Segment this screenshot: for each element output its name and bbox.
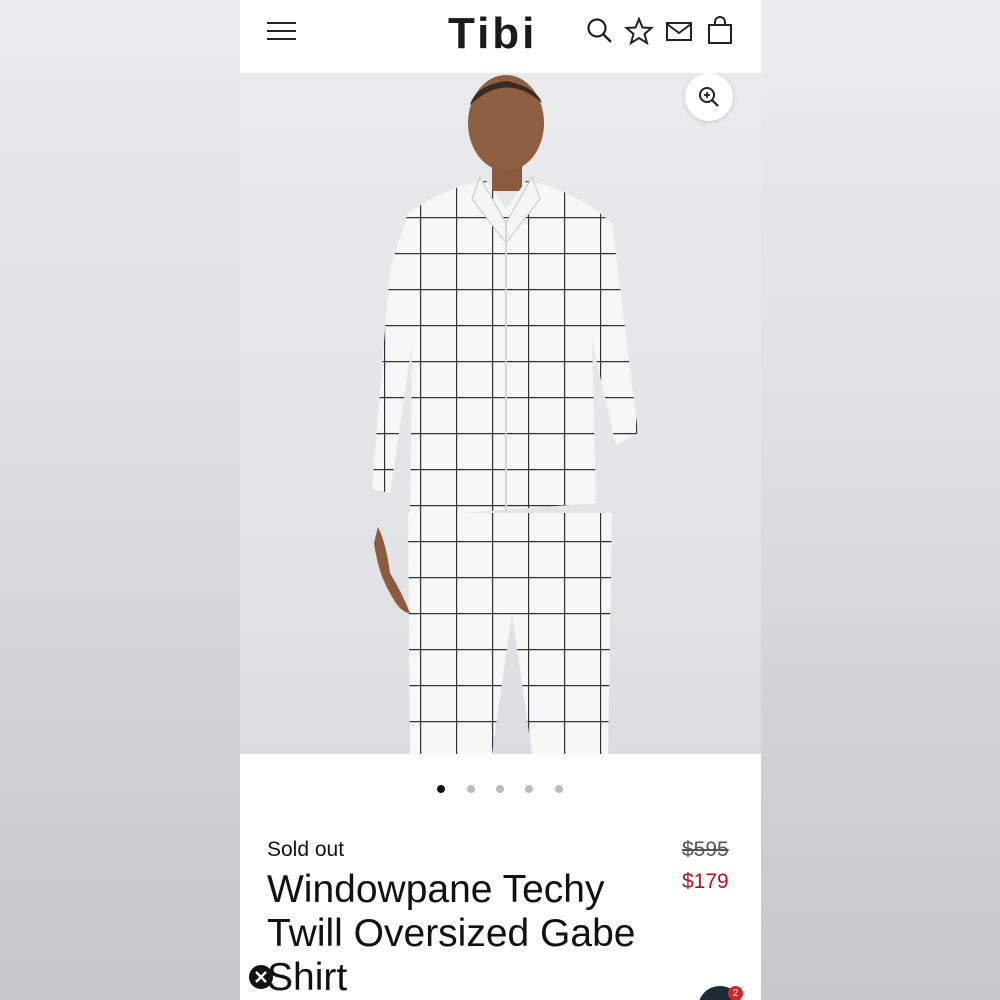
carousel-dot[interactable] xyxy=(525,785,533,793)
bag-icon[interactable] xyxy=(705,16,735,46)
zoom-in-icon xyxy=(699,87,719,107)
background-left xyxy=(0,0,240,1000)
product-title: Windowpane Techy Twill Oversized Gabe Sh… xyxy=(267,868,636,999)
product-image[interactable] xyxy=(240,73,761,754)
carousel-dot[interactable] xyxy=(437,785,445,793)
brand-logo[interactable]: Tibi xyxy=(448,8,537,60)
stock-status: Sold out xyxy=(267,838,345,861)
zoom-button[interactable] xyxy=(685,73,733,121)
carousel-dot[interactable] xyxy=(555,785,563,793)
mail-icon[interactable] xyxy=(664,16,694,46)
search-icon[interactable] xyxy=(585,16,615,46)
sale-price: $179 xyxy=(682,870,729,893)
close-icon[interactable] xyxy=(249,965,273,989)
background-right xyxy=(761,0,1000,1000)
model-photo xyxy=(372,75,638,754)
carousel-dot[interactable] xyxy=(467,785,475,793)
star-icon[interactable] xyxy=(623,16,655,46)
site-header: Tibi xyxy=(240,0,761,73)
product-page: Tibi Sold out Windowpane Techy Twill Ove… xyxy=(240,0,761,1000)
menu-icon[interactable] xyxy=(267,19,297,41)
chat-count-badge: 2 xyxy=(728,986,743,1000)
carousel-dot[interactable] xyxy=(496,785,504,793)
original-price: $595 xyxy=(682,838,729,861)
